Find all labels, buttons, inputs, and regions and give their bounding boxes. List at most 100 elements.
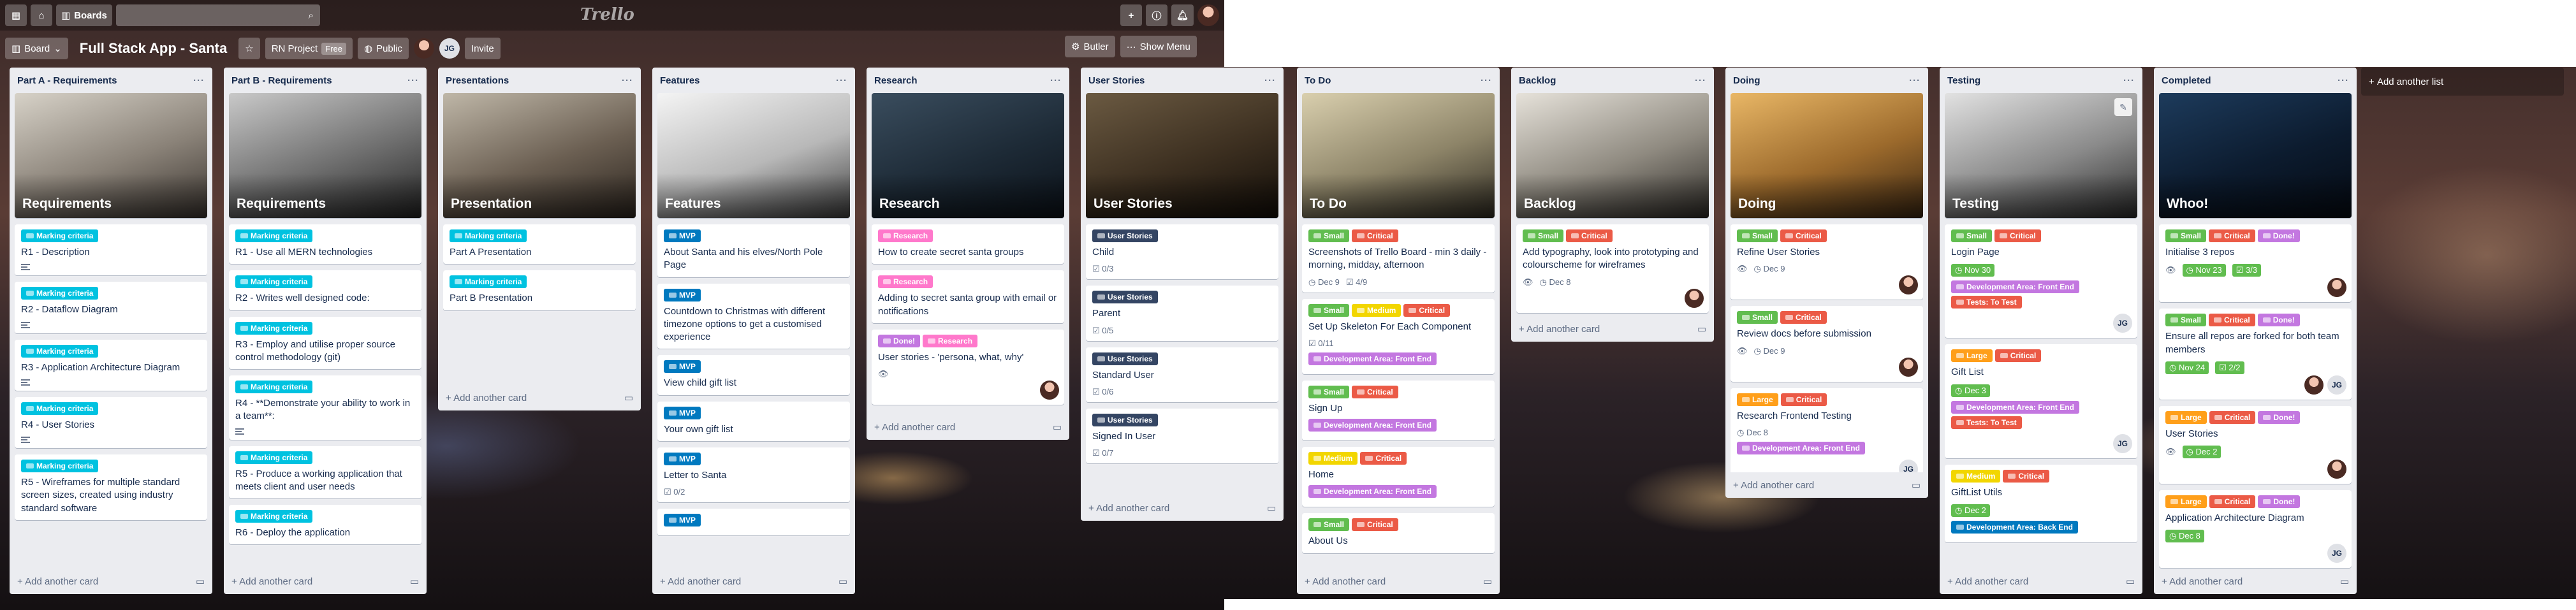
- info-button[interactable]: ⓘ: [1145, 4, 1167, 26]
- card-label[interactable]: Small: [1523, 229, 1564, 242]
- cover-card[interactable]: Research: [872, 93, 1064, 218]
- card[interactable]: Marking criteria R3 - Application Archite…: [15, 339, 207, 391]
- card-label[interactable]: Critical: [1994, 349, 2042, 363]
- card[interactable]: Marking criteria R1 - Description: [15, 224, 207, 276]
- more-icon[interactable]: ···: [193, 75, 205, 86]
- card[interactable]: MVP View child gift list: [657, 355, 850, 395]
- cover-card[interactable]: Doing: [1731, 93, 1923, 218]
- card-label[interactable]: Marking criteria: [450, 229, 527, 242]
- card-label[interactable]: User Stories: [1092, 413, 1158, 426]
- more-icon[interactable]: ···: [407, 75, 419, 86]
- cover-card[interactable]: User Stories: [1086, 93, 1278, 218]
- member-avatar[interactable]: [413, 38, 434, 59]
- card-template-icon[interactable]: ▭: [838, 576, 847, 587]
- card[interactable]: Large Critical Gift List ◷ Dec 3 Development…: [1945, 344, 2137, 458]
- card-label[interactable]: Research: [878, 229, 933, 242]
- card-label[interactable]: Marking criteria: [21, 229, 99, 242]
- cover-card[interactable]: Testing ✎: [1945, 93, 2137, 218]
- card-label[interactable]: Marking criteria: [235, 451, 313, 464]
- cover-card[interactable]: Backlog: [1516, 93, 1709, 218]
- card[interactable]: Small Critical Done! Ensure all repos are f…: [2159, 309, 2352, 400]
- card-label[interactable]: Critical: [2209, 229, 2255, 242]
- card[interactable]: Large Critical Research Frontend Testing ◷ …: [1731, 388, 1923, 472]
- card-label[interactable]: MVP: [664, 229, 701, 242]
- more-icon[interactable]: ···: [1050, 75, 1062, 86]
- card-label[interactable]: Done!: [2258, 410, 2301, 424]
- card-label[interactable]: Small: [1308, 303, 1350, 317]
- card-template-icon[interactable]: ▭: [2340, 576, 2349, 587]
- add-card-button[interactable]: + Add another card ▭: [1725, 472, 1928, 498]
- card[interactable]: Marking criteria R2 - Dataflow Diagram: [15, 282, 207, 333]
- list-title[interactable]: Doing: [1733, 75, 1760, 86]
- create-button[interactable]: +: [1120, 4, 1142, 26]
- card-template-icon[interactable]: ▭: [2126, 576, 2135, 587]
- card[interactable]: Small Critical Add typography, look into p…: [1516, 224, 1709, 313]
- card-label[interactable]: Small: [1737, 229, 1778, 242]
- card-label[interactable]: Small: [1737, 311, 1778, 324]
- card-label[interactable]: Done!: [2257, 229, 2300, 242]
- card-label[interactable]: Medium: [1308, 452, 1358, 465]
- card[interactable]: Done! Research User stories - 'persona, wh…: [872, 329, 1064, 405]
- add-card-button[interactable]: + Add another card ▭: [1081, 495, 1284, 521]
- list-title[interactable]: User Stories: [1088, 75, 1145, 86]
- card-label[interactable]: Critical: [1780, 311, 1827, 324]
- card-label[interactable]: MVP: [664, 452, 701, 465]
- list-title[interactable]: Completed: [2162, 75, 2211, 86]
- more-icon[interactable]: ···: [1695, 75, 1706, 86]
- pencil-icon[interactable]: ✎: [2114, 98, 2132, 116]
- card-label[interactable]: User Stories: [1092, 352, 1158, 365]
- more-icon[interactable]: ···: [2123, 75, 2135, 86]
- card-label[interactable]: Large: [2165, 495, 2207, 508]
- card-label[interactable]: User Stories: [1092, 229, 1158, 242]
- list-title[interactable]: Testing: [1947, 75, 1980, 86]
- card[interactable]: Marking criteria Part B Presentation: [443, 270, 636, 310]
- card[interactable]: Small Critical Login Page ◷ Nov 30 Developme…: [1945, 224, 2137, 338]
- notifications-button[interactable]: 🔔︎: [1171, 4, 1194, 26]
- card-label[interactable]: Done!: [2258, 495, 2301, 508]
- card[interactable]: Marking criteria R4 - **Demonstrate your …: [229, 375, 421, 440]
- card-label[interactable]: Critical: [1780, 229, 1827, 242]
- add-card-button[interactable]: + Add another card ▭: [1297, 569, 1500, 594]
- card-label[interactable]: Critical: [2209, 314, 2255, 327]
- card-label[interactable]: Small: [1308, 229, 1350, 242]
- list-title[interactable]: Part A - Requirements: [17, 75, 117, 86]
- card-label[interactable]: Critical: [1352, 229, 1398, 242]
- cover-card[interactable]: Presentation: [443, 93, 636, 218]
- butler-button[interactable]: ⚙ Butler: [1065, 36, 1115, 57]
- card-label[interactable]: Critical: [1360, 452, 1407, 465]
- list-title[interactable]: Research: [874, 75, 918, 86]
- card[interactable]: Marking criteria R4 - User Stories: [15, 396, 207, 448]
- card-label[interactable]: Critical: [1352, 385, 1398, 398]
- card[interactable]: Small Critical Screenshots of Trello Board…: [1302, 224, 1495, 293]
- show-menu-button[interactable]: ··· Show Menu: [1120, 36, 1197, 57]
- card-label[interactable]: Critical: [2209, 495, 2256, 508]
- card-template-icon[interactable]: ▭: [410, 576, 419, 587]
- card[interactable]: Large Critical Done! Application Architectu…: [2159, 490, 2352, 569]
- card[interactable]: Large Critical Done! User Stories 👁︎ ◷ Dec 2: [2159, 405, 2352, 484]
- cover-card[interactable]: Requirements: [229, 93, 421, 218]
- star-button[interactable]: ☆: [238, 38, 260, 59]
- card-label[interactable]: Medium: [1352, 303, 1401, 317]
- card-label[interactable]: Critical: [1352, 518, 1398, 532]
- list-title[interactable]: Part B - Requirements: [231, 75, 332, 86]
- cover-card[interactable]: To Do: [1302, 93, 1495, 218]
- card[interactable]: Small Critical Review docs before submissi…: [1731, 306, 1923, 382]
- invite-button[interactable]: Invite: [464, 38, 501, 59]
- card[interactable]: Marking criteria R3 - Employ and utilise …: [229, 316, 421, 369]
- card-label[interactable]: Marking criteria: [235, 275, 313, 289]
- add-card-button[interactable]: + Add another card ▭: [1940, 569, 2142, 594]
- add-list-button[interactable]: + Add another list: [2361, 68, 2564, 96]
- more-icon[interactable]: ···: [1909, 75, 1921, 86]
- card[interactable]: MVP Letter to Santa ☑ 0/2: [657, 447, 850, 502]
- card-label[interactable]: Medium: [1951, 469, 2001, 483]
- card[interactable]: Marking criteria Part A Presentation: [443, 224, 636, 265]
- card[interactable]: Small Critical Refine User Stories 👁︎ ◷ Dec …: [1731, 224, 1923, 300]
- card-template-icon[interactable]: ▭: [196, 576, 205, 587]
- card-template-icon[interactable]: ▭: [1267, 502, 1276, 514]
- card-label[interactable]: Small: [1951, 229, 1993, 242]
- card[interactable]: Medium Critical Home Development Area: Fron…: [1302, 447, 1495, 507]
- card-label[interactable]: Critical: [1780, 393, 1827, 406]
- card-label[interactable]: Small: [2165, 229, 2207, 242]
- cover-card[interactable]: Whoo!: [2159, 93, 2352, 218]
- card-label[interactable]: Critical: [1566, 229, 1613, 242]
